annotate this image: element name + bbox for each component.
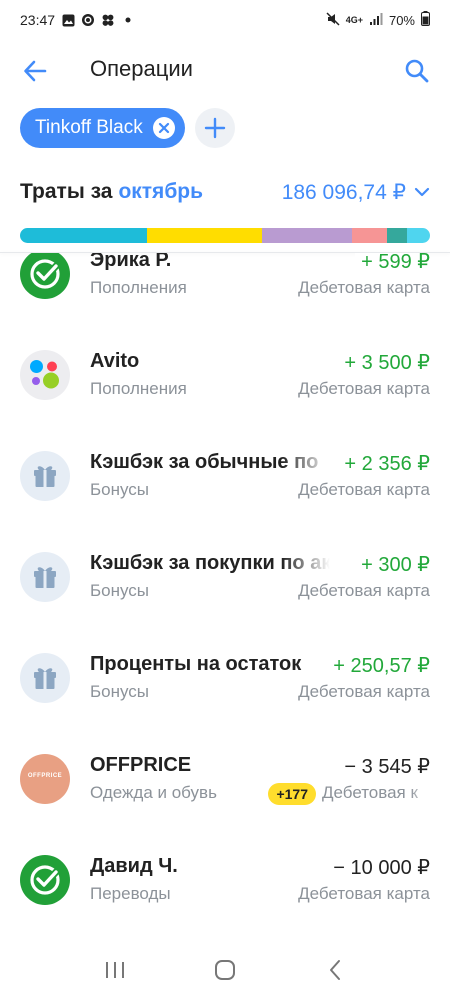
battery-level: 70%: [388, 12, 415, 28]
recent-apps-button[interactable]: [95, 950, 135, 990]
search-button[interactable]: [400, 54, 434, 88]
spending-category-bar[interactable]: [20, 228, 430, 243]
chip-remove-button[interactable]: [152, 117, 175, 139]
group-icon: [101, 13, 115, 27]
operation-category: Бонусы: [90, 581, 150, 600]
battery-icon: [421, 11, 430, 29]
operation-row[interactable]: Эрика Р. Пополнения + 599 ₽ Дебетовая карта: [0, 253, 450, 341]
spending-segment: [261, 228, 353, 243]
sber-check-icon: [20, 253, 70, 299]
operation-amount: + 3 500 ₽: [338, 350, 430, 375]
operation-row[interactable]: Давид Ч. Переводы − 10 000 ₽ Дебетовая карт…: [0, 847, 450, 936]
whatsapp-icon: [81, 13, 95, 27]
operation-amount: − 3 545 ₽: [338, 754, 430, 779]
home-button[interactable]: [205, 950, 245, 990]
operation-name: Avito: [90, 350, 140, 372]
chevron-down-icon: [414, 187, 430, 197]
search-icon: [405, 59, 429, 83]
operation-category: Одежда и обувь: [90, 783, 217, 802]
operation-amount: − 10 000 ₽: [327, 855, 430, 880]
spending-total[interactable]: 186 096,74 ₽: [282, 180, 430, 205]
recent-apps-icon: [106, 962, 124, 978]
spending-total-value: 186 096,74 ₽: [281, 180, 406, 204]
operation-name: Кэшбэк за обычные по: [90, 451, 319, 473]
system-back-button[interactable]: [315, 950, 355, 990]
page-title: Операции: [90, 56, 193, 81]
operation-category: Переводы: [90, 884, 171, 903]
cashback-badge: +177: [268, 783, 316, 805]
gift-icon: [20, 552, 70, 602]
operation-account: Дебетовая карта: [298, 278, 430, 297]
operation-account: Дебетовая карта: [298, 480, 430, 499]
add-filter-button[interactable]: [194, 108, 235, 148]
avito-logo-icon: [20, 350, 70, 400]
status-time: 23:47: [20, 12, 56, 28]
spending-label: Траты за: [20, 180, 113, 203]
operation-category: Бонусы: [90, 682, 150, 701]
operation-account: Дебетовая к: [322, 783, 418, 802]
operation-row[interactable]: OFFPRICE OFFPRICE Одежда и обувь − 3 545 ₽ Д…: [0, 746, 450, 846]
gift-icon: [20, 451, 70, 501]
filter-row: Tinkoff Black: [20, 108, 235, 148]
operation-account: Дебетовая карта: [298, 379, 430, 398]
arrow-left-icon: [24, 60, 47, 82]
operation-name: Эрика Р.: [90, 253, 172, 271]
spending-month[interactable]: октябрь: [118, 180, 203, 204]
operation-amount: + 2 356 ₽: [338, 451, 430, 476]
operation-amount: + 300 ₽: [355, 552, 430, 577]
chevron-left-icon: [330, 960, 340, 980]
spending-segment: [20, 228, 148, 243]
app-bar: Операции: [0, 48, 450, 92]
operation-account: Дебетовая карта: [298, 884, 430, 903]
gallery-icon: [61, 13, 75, 27]
back-button[interactable]: [18, 54, 52, 88]
system-nav-bar: [0, 940, 450, 1000]
operation-account: Дебетовая карта: [298, 682, 430, 701]
dot-icon: [121, 13, 135, 27]
sber-check-icon: [20, 855, 70, 905]
plus-icon: [204, 117, 225, 139]
operation-account: Дебетовая карта: [298, 581, 430, 600]
spending-segment: [147, 228, 262, 243]
operation-row[interactable]: Кэшбэк за обычные по Бонусы + 2 356 ₽ Дебет…: [0, 443, 450, 543]
close-icon: [158, 122, 169, 134]
operation-amount: + 599 ₽: [355, 253, 430, 274]
home-icon: [215, 960, 235, 980]
operation-row[interactable]: Кэшбэк за покупки по ак Бонусы + 300 ₽ Дебе…: [0, 544, 450, 644]
chip-label: Tinkoff Black: [35, 117, 143, 138]
network-type: 4G+: [345, 15, 363, 25]
operation-name: Кэшбэк за покупки по ак: [90, 552, 330, 574]
spending-segment: [386, 228, 408, 243]
operation-name: OFFPRICE: [90, 754, 192, 776]
operation-row[interactable]: Проценты на остаток Бонусы + 250,57 ₽ Дебет…: [0, 645, 450, 745]
operations-list[interactable]: Эрика Р. Пополнения + 599 ₽ Дебетовая карта…: [0, 253, 450, 936]
status-bar: 23:47 4G+ 70%: [0, 0, 450, 40]
signal-icon: [369, 12, 383, 29]
mute-icon: [326, 11, 340, 29]
operation-name: Проценты на остаток: [90, 653, 302, 675]
account-filter-chip[interactable]: Tinkoff Black: [20, 108, 185, 148]
gift-icon: [20, 653, 70, 703]
operation-name: Давид Ч.: [90, 855, 178, 877]
operation-category: Бонусы: [90, 480, 150, 499]
operation-row[interactable]: Avito Пополнения + 3 500 ₽ Дебетовая карта: [0, 342, 450, 442]
spending-segment: [407, 228, 430, 243]
operation-category: Пополнения: [90, 379, 187, 398]
operation-category: Пополнения: [90, 278, 187, 297]
offprice-logo-icon: OFFPRICE: [20, 754, 70, 804]
operation-amount: + 250,57 ₽: [327, 653, 430, 678]
spending-summary[interactable]: Траты за октябрь 186 096,74 ₽: [20, 176, 430, 208]
merchant-logo-text: OFFPRICE: [27, 773, 63, 779]
spending-segment: [352, 228, 387, 243]
